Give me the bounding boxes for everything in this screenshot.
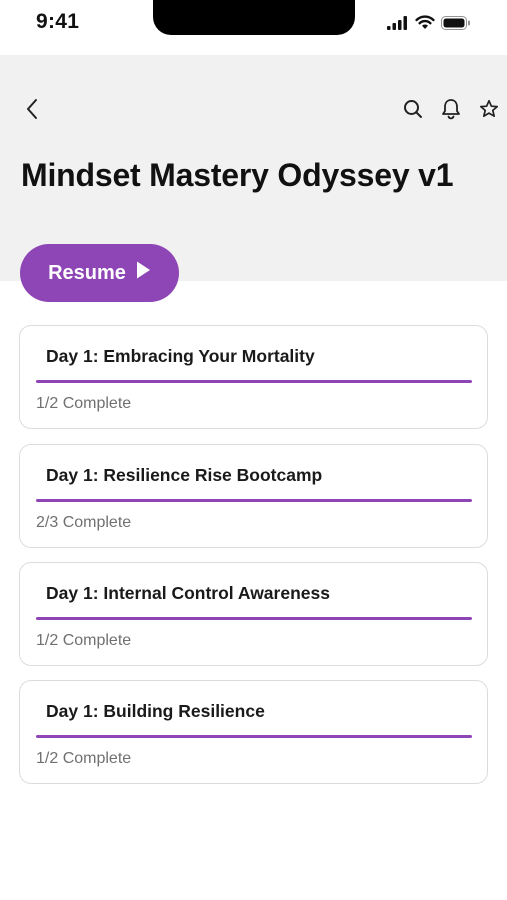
lesson-progress-text: 1/2 Complete [36, 750, 132, 767]
lesson-card[interactable]: Day 1: Embracing Your Mortality 1/2 Comp… [19, 325, 488, 429]
lesson-title: Day 1: Resilience Rise Bootcamp [46, 465, 323, 485]
lesson-title: Day 1: Embracing Your Mortality [46, 346, 315, 366]
chevron-left-icon [25, 98, 39, 125]
lesson-progress-text: 1/2 Complete [36, 395, 132, 412]
wifi-icon [415, 15, 435, 35]
resume-label: Resume [48, 261, 126, 284]
lesson-card[interactable]: Day 1: Building Resilience 1/2 Complete [19, 680, 488, 784]
search-button[interactable] [401, 98, 425, 124]
bell-icon [441, 98, 461, 125]
play-icon [135, 260, 151, 286]
device-notch [153, 0, 355, 35]
lesson-card[interactable]: Day 1: Resilience Rise Bootcamp 2/3 Comp… [19, 444, 488, 548]
lesson-title: Day 1: Building Resilience [46, 701, 265, 721]
star-icon [479, 99, 499, 124]
page-title: Mindset Mastery Odyssey v1 [21, 157, 454, 193]
status-time: 9:41 [36, 10, 80, 33]
notifications-button[interactable] [439, 98, 463, 124]
header-actions [401, 98, 501, 124]
lesson-progress-text: 2/3 Complete [36, 514, 132, 531]
lesson-title: Day 1: Internal Control Awareness [46, 583, 330, 603]
favorite-button[interactable] [477, 98, 501, 124]
status-bar: 9:41 [0, 0, 507, 55]
lesson-progress-bar [36, 380, 472, 383]
lesson-progress-text: 1/2 Complete [36, 632, 132, 649]
search-icon [403, 99, 423, 124]
status-icons [387, 15, 471, 35]
cellular-signal-icon [387, 15, 409, 35]
lesson-progress-bar [36, 499, 472, 502]
resume-button[interactable]: Resume [20, 244, 179, 302]
lesson-card[interactable]: Day 1: Internal Control Awareness 1/2 Co… [19, 562, 488, 666]
lesson-progress-bar [36, 735, 472, 738]
lesson-progress-bar [36, 617, 472, 620]
back-button[interactable] [20, 98, 44, 124]
battery-icon [441, 15, 471, 35]
